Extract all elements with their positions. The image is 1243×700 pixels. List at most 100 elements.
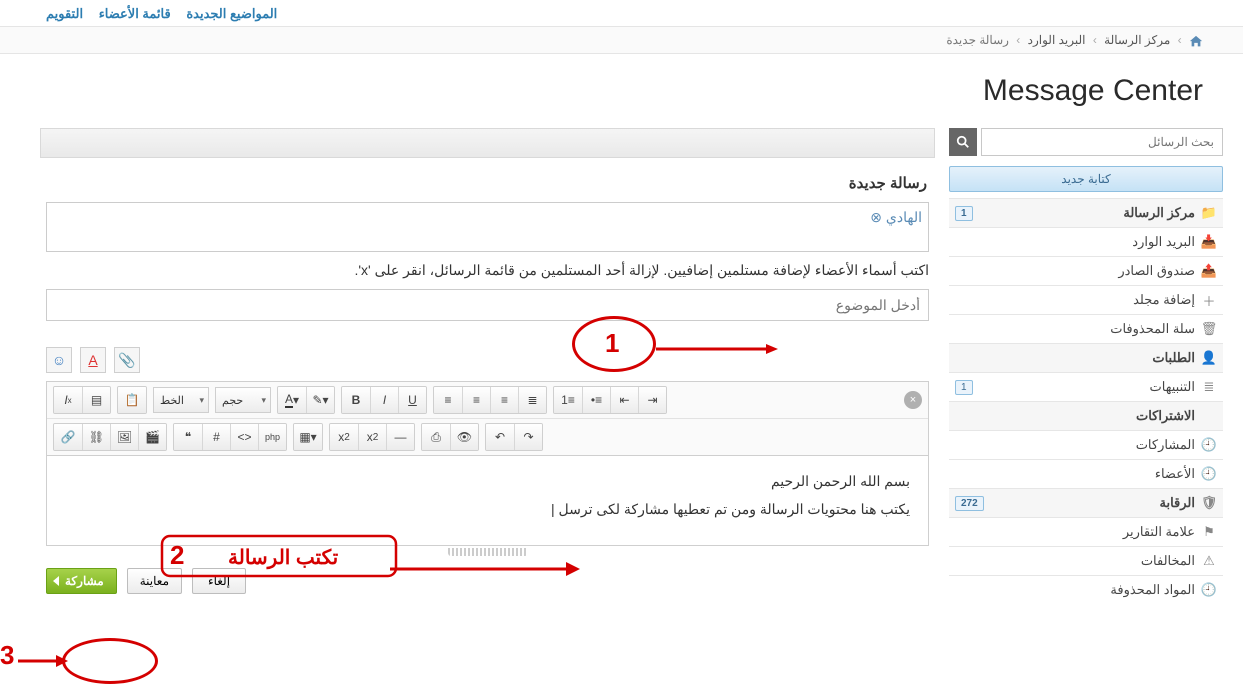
clock-icon: 🕘 <box>1201 467 1217 481</box>
align-right-button[interactable]: ≡ <box>490 387 518 413</box>
source-button[interactable]: ▤ <box>82 387 110 413</box>
compose-button[interactable]: كتابة جديد <box>949 166 1223 192</box>
sidebar-item-10[interactable]: 🛡الرقابة272 <box>949 488 1223 517</box>
smiley-icon: ☺ <box>52 352 66 368</box>
quote-button[interactable]: ❝ <box>174 424 202 450</box>
search-icon <box>956 135 970 149</box>
font-color-shortcut[interactable]: A <box>80 347 106 373</box>
bg-color-button[interactable]: ✎▾ <box>306 387 334 413</box>
page-break-button[interactable]: ⎙ <box>422 424 450 450</box>
preview-button[interactable]: 👁 <box>450 424 478 450</box>
image-button[interactable]: 🖼 <box>110 424 138 450</box>
remove-recipient-icon[interactable]: ⊗ <box>870 209 882 226</box>
sidebar-item-8[interactable]: 🕘 المشاركات <box>949 430 1223 459</box>
link-button[interactable]: 🔗 <box>54 424 82 450</box>
sidebar-item-0[interactable]: 📁 مركز الرسالة 1 <box>949 198 1223 227</box>
sidebar-badge: 1 <box>955 380 973 395</box>
editor-toolbar: Ix ▤ 📋 الخط حجم A▾ ✎▾ <box>46 381 929 456</box>
breadcrumb-current: رسالة جديدة <box>946 33 1009 47</box>
outdent-button[interactable]: ⇤ <box>610 387 638 413</box>
submit-button[interactable]: مشاركة <box>46 568 117 594</box>
remove-format-button[interactable]: Ix <box>54 387 82 413</box>
annotation-number-3: 3 <box>0 640 14 671</box>
code-button[interactable]: # <box>202 424 230 450</box>
sidebar-item-label: المشاركات <box>1136 437 1195 453</box>
sidebar-item-2[interactable]: 📤صندوق الصادر <box>949 256 1223 285</box>
search-input[interactable] <box>981 128 1223 156</box>
underline-button[interactable]: U <box>398 387 426 413</box>
sidebar-item-6[interactable]: ≣التنبيهات1 <box>949 372 1223 401</box>
clock-icon: 🕘 <box>1201 438 1217 452</box>
emoji-button[interactable]: ☺ <box>46 347 72 373</box>
font-family-select[interactable]: الخط <box>153 387 209 413</box>
breadcrumb: › مركز الرسالة › البريد الوارد › رسالة ج… <box>0 26 1243 54</box>
sidebar-item-label: الاشتراكات <box>1136 408 1195 424</box>
sidebar-item-9[interactable]: 🕘 الأعضاء <box>949 459 1223 488</box>
sidebar-item-4[interactable]: 🗑سلة المحذوفات <box>949 314 1223 343</box>
clock-icon: 🕘 <box>1201 583 1217 597</box>
cancel-button[interactable]: إلغاء <box>192 568 246 594</box>
user-icon: 👤 <box>1201 351 1217 365</box>
sidebar-item-11[interactable]: ⚑علامة التقارير <box>949 517 1223 546</box>
indent-button[interactable]: ⇥ <box>638 387 666 413</box>
sidebar-item-label: الرقابة <box>1159 495 1195 511</box>
paste-button[interactable]: 📋 <box>118 387 146 413</box>
attachment-button[interactable]: 📎 <box>114 347 140 373</box>
align-justify-button[interactable]: ≣ <box>518 387 546 413</box>
nav-calendar[interactable]: التقويم <box>46 6 83 22</box>
warn-icon: ⚠ <box>1201 554 1217 568</box>
sidebar-item-label: الطلبات <box>1152 350 1195 366</box>
search-button[interactable] <box>949 128 977 156</box>
align-center-button[interactable]: ≡ <box>462 387 490 413</box>
sidebar-item-5[interactable]: 👤 الطلبات <box>949 343 1223 372</box>
bold-button[interactable]: B <box>342 387 370 413</box>
subject-input[interactable] <box>46 289 929 321</box>
sidebar-item-label: المخالفات <box>1141 553 1195 569</box>
video-button[interactable]: 🎬 <box>138 424 166 450</box>
superscript-button[interactable]: x2 <box>358 424 386 450</box>
sidebar-item-7[interactable]: الاشتراكات <box>949 401 1223 430</box>
sidebar-item-label: مركز الرسالة <box>1123 205 1195 221</box>
sidebar-item-13[interactable]: 🕘المواد المحذوفة <box>949 575 1223 604</box>
editor-body[interactable]: بسم الله الرحمن الرحيم يكتب هنا محتويات … <box>46 456 929 546</box>
redo-button[interactable]: ↷ <box>514 424 542 450</box>
page-title: Message Center <box>0 54 1243 128</box>
inbox-in-icon: 📥 <box>1201 235 1217 249</box>
nav-members[interactable]: قائمة الأعضاء <box>99 6 171 22</box>
undo-button[interactable]: ↶ <box>486 424 514 450</box>
folder-icon: 📁 <box>1201 206 1217 220</box>
sidebar-item-3[interactable]: ＋إضافة مجلد <box>949 285 1223 314</box>
editor-line-1: بسم الله الرحمن الرحيم <box>65 470 910 492</box>
home-icon[interactable] <box>1189 35 1203 47</box>
preview-action-button[interactable]: معاينة <box>127 568 182 594</box>
sidebar-badge: 1 <box>955 206 973 221</box>
annotation-circle-3 <box>62 638 158 684</box>
sidebar-item-label: الأعضاء <box>1155 466 1195 482</box>
ordered-list-button[interactable]: 1≡ <box>554 387 582 413</box>
form-title: رسالة جديدة <box>46 174 929 192</box>
breadcrumb-inbox[interactable]: البريد الوارد <box>1028 33 1086 47</box>
toolbar-collapse-icon[interactable]: × <box>904 391 922 409</box>
resize-handle[interactable] <box>448 548 528 556</box>
plus-icon: ＋ <box>1201 293 1217 307</box>
hr-button[interactable]: — <box>386 424 414 450</box>
recipients-input[interactable]: الهادي ⊗ <box>46 202 929 252</box>
italic-button[interactable]: I <box>370 387 398 413</box>
nav-new-topics[interactable]: المواضيع الجديدة <box>186 6 277 22</box>
table-button[interactable]: ▦▾ <box>294 424 322 450</box>
paperclip-icon: 📎 <box>118 352 135 369</box>
breadcrumb-center[interactable]: مركز الرسالة <box>1104 33 1170 47</box>
php-button[interactable]: php <box>258 424 286 450</box>
unordered-list-button[interactable]: •≡ <box>582 387 610 413</box>
sidebar-badge: 272 <box>955 496 984 511</box>
sidebar-item-12[interactable]: ⚠ المخالفات <box>949 546 1223 575</box>
sidebar-item-1[interactable]: 📥البريد الوارد <box>949 227 1223 256</box>
align-left-button[interactable]: ≡ <box>434 387 462 413</box>
text-color-button[interactable]: A▾ <box>278 387 306 413</box>
font-size-select[interactable]: حجم <box>215 387 271 413</box>
list-icon: ≣ <box>1201 380 1217 394</box>
html-button[interactable]: <> <box>230 424 258 450</box>
annotation-arrow-3 <box>18 655 68 667</box>
subscript-button[interactable]: x2 <box>330 424 358 450</box>
unlink-button[interactable]: ⛓ <box>82 424 110 450</box>
